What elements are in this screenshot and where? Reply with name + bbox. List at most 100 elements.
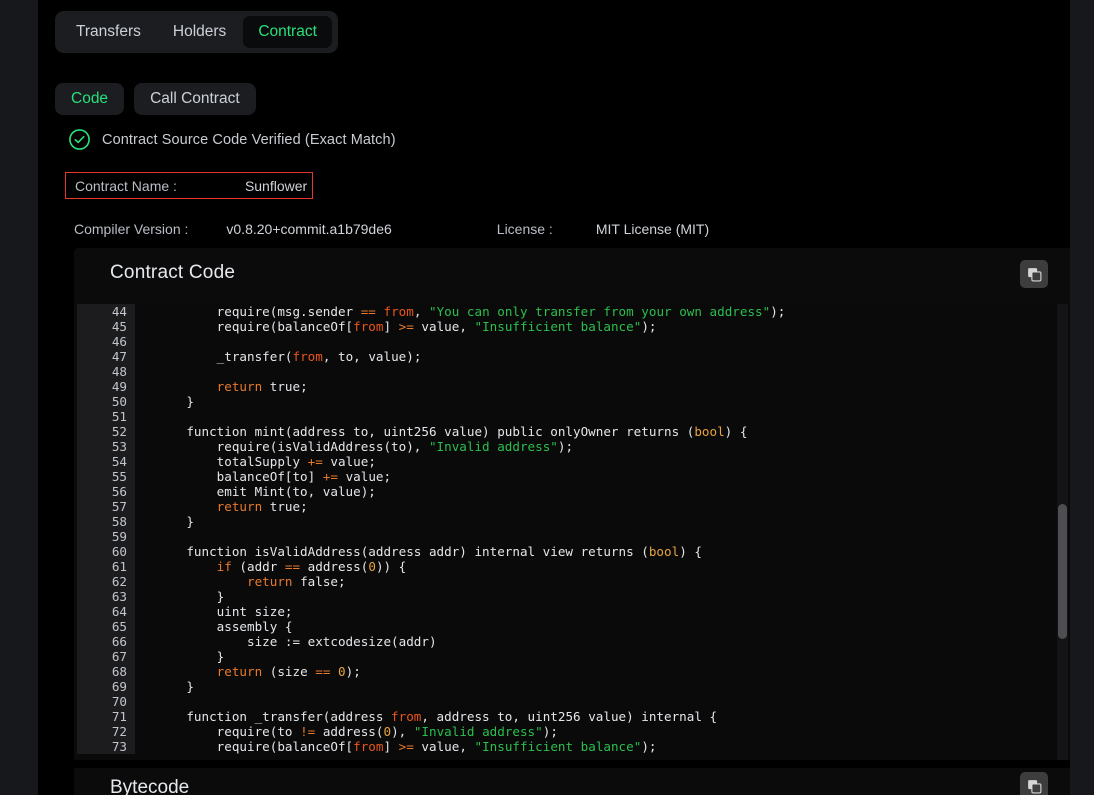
code-line: 67 } [77, 649, 1070, 665]
code-line: 66 size := extcodesize(addr) [77, 634, 1070, 650]
subtab-call-contract[interactable]: Call Contract [134, 83, 256, 115]
code-line-text: require(balanceOf[from] >= value, "Insuf… [156, 319, 657, 335]
code-line: 50 } [77, 394, 1070, 410]
code-line-text: require(isValidAddress(to), "Invalid add… [156, 439, 574, 455]
code-scrollbar-track[interactable] [1057, 304, 1068, 760]
code-line: 65 assembly { [77, 619, 1070, 635]
code-line-text: size := extcodesize(addr) [156, 634, 437, 650]
bytecode-title: Bytecode [110, 777, 190, 795]
code-line: 54 totalSupply += value; [77, 454, 1070, 470]
code-line: 52 function mint(address to, uint256 val… [77, 424, 1070, 440]
subtab-code-label: Code [71, 90, 109, 107]
code-line-number: 51 [77, 409, 135, 425]
code-line-number: 61 [77, 559, 135, 575]
code-line: 68 return (size == 0); [77, 664, 1070, 680]
copy-bytecode-button[interactable] [1020, 772, 1048, 795]
contract-meta-row: Compiler Version : v0.8.20+commit.a1b79d… [74, 221, 774, 237]
code-line: 55 balanceOf[to] += value; [77, 469, 1070, 485]
code-line-number: 59 [77, 529, 135, 545]
code-line: 49 return true; [77, 379, 1070, 395]
contract-code-header: Contract Code [74, 248, 1070, 304]
code-line-number: 68 [77, 664, 135, 680]
code-line: 70 [77, 694, 1070, 710]
primary-tab-group: Transfers Holders Contract [55, 11, 338, 53]
main-content: Transfers Holders Contract Code Call Con… [38, 0, 1070, 795]
contract-code-card: Contract Code 44 require(msg.sender == f… [74, 248, 1070, 760]
contract-name-value: Sunflower [244, 177, 308, 194]
code-line: 59 [77, 529, 1070, 545]
code-line-number: 65 [77, 619, 135, 635]
subtab-code[interactable]: Code [55, 83, 125, 115]
verification-status-row: Contract Source Code Verified (Exact Mat… [68, 128, 396, 151]
code-line: 71 function _transfer(address from, addr… [77, 709, 1070, 725]
code-line: 44 require(msg.sender == from, "You can … [77, 304, 1070, 320]
code-line: 64 uint size; [77, 604, 1070, 620]
code-line-number: 44 [77, 304, 135, 320]
code-line-text: totalSupply += value; [156, 454, 376, 470]
tab-transfers[interactable]: Transfers [61, 16, 156, 48]
code-line-number: 70 [77, 694, 135, 710]
code-line-text: return true; [216, 499, 308, 515]
code-line-text: return (size == 0); [216, 664, 361, 680]
tab-transfers-label: Transfers [76, 23, 141, 40]
code-line-text: } [156, 514, 194, 530]
right-rail [1070, 0, 1094, 795]
code-line: 57 return true; [77, 499, 1070, 515]
code-line: 56 emit Mint(to, value); [77, 484, 1070, 500]
code-line-text: uint size; [156, 604, 293, 620]
copy-icon [1027, 779, 1042, 794]
code-line-number: 48 [77, 364, 135, 380]
code-line-number: 62 [77, 574, 135, 590]
tab-contract-label: Contract [258, 23, 317, 40]
verification-status-text: Contract Source Code Verified (Exact Mat… [102, 131, 396, 148]
code-line-text: function mint(address to, uint256 value)… [156, 424, 748, 440]
contract-name-field: Contract Name : Sunflower [65, 172, 313, 199]
license-value: MIT License (MIT) [595, 221, 710, 237]
code-line: 58 } [77, 514, 1070, 530]
left-rail [0, 0, 38, 795]
tab-holders[interactable]: Holders [158, 16, 241, 48]
code-line-text: } [156, 394, 194, 410]
code-line-text [135, 529, 1070, 544]
code-line: 60 function isValidAddress(address addr)… [77, 544, 1070, 560]
code-line-number: 66 [77, 634, 135, 650]
subtab-call-contract-label: Call Contract [150, 90, 240, 107]
code-line-number: 45 [77, 319, 135, 335]
tab-holders-label: Holders [172, 23, 227, 40]
code-line-text: function _transfer(address from, address… [156, 709, 718, 725]
code-line-text: emit Mint(to, value); [156, 484, 376, 500]
tab-contract[interactable]: Contract [243, 16, 332, 48]
code-line: 46 [77, 334, 1070, 350]
code-line: 61 if (addr == address(0)) { [77, 559, 1070, 575]
compiler-version-label: Compiler Version : [74, 221, 189, 237]
code-line-number: 53 [77, 439, 135, 455]
code-line: 48 [77, 364, 1070, 380]
code-line: 51 [77, 409, 1070, 425]
code-line-text [135, 409, 1070, 424]
license-label: License : [496, 221, 553, 237]
code-line-number: 54 [77, 454, 135, 470]
code-line: 63 } [77, 589, 1070, 605]
contract-name-label: Contract Name : [75, 177, 177, 194]
copy-contract-code-button[interactable] [1020, 260, 1048, 288]
code-line-number: 49 [77, 379, 135, 395]
code-line-text: } [156, 679, 194, 695]
code-line-number: 71 [77, 709, 135, 725]
code-viewport[interactable]: 44 require(msg.sender == from, "You can … [77, 304, 1070, 760]
code-line: 69 } [77, 679, 1070, 695]
code-line-text: return true; [216, 379, 308, 395]
code-scrollbar-thumb[interactable] [1058, 504, 1067, 639]
code-line-number: 72 [77, 724, 135, 740]
code-line: 62 return false; [77, 574, 1070, 590]
bytecode-card: Bytecode [74, 768, 1070, 795]
code-line-text [135, 364, 1070, 379]
code-line: 73 require(balanceOf[from] >= value, "In… [77, 739, 1070, 755]
code-lines: 44 require(msg.sender == from, "You can … [77, 304, 1070, 755]
code-line-number: 47 [77, 349, 135, 365]
code-line-text: require(balanceOf[from] >= value, "Insuf… [156, 739, 657, 755]
contract-subtab-group: Code Call Contract [55, 83, 256, 115]
code-line-text: assembly { [156, 619, 293, 635]
code-line-text: } [156, 649, 225, 665]
code-line-number: 56 [77, 484, 135, 500]
code-line-text: _transfer(from, to, value); [156, 349, 422, 365]
